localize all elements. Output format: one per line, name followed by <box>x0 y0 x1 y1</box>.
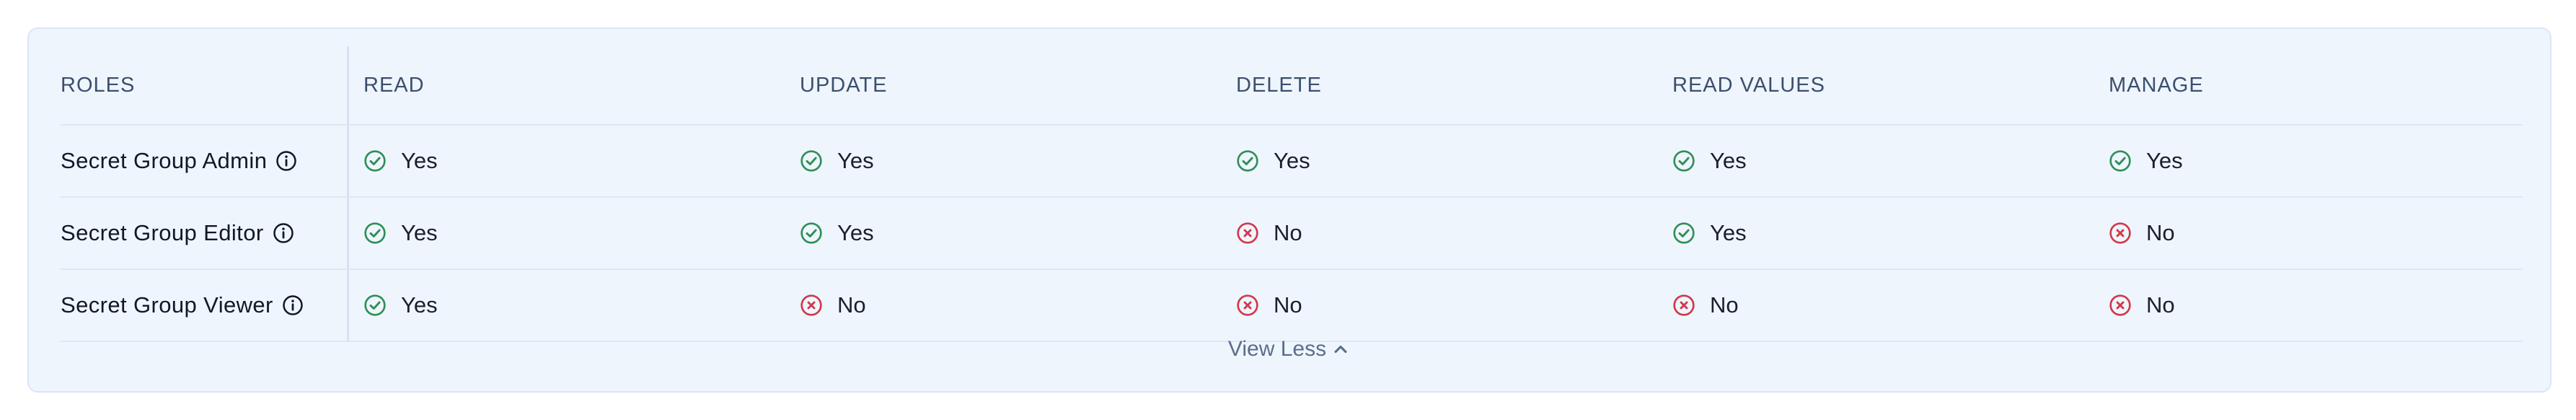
status-label: No <box>1274 220 1302 245</box>
status-yes: Yes <box>800 148 874 174</box>
x-circle-icon <box>1237 222 1258 244</box>
permission-cell-read: Yes <box>349 198 785 268</box>
status-no: No <box>2109 292 2175 318</box>
status-label: Yes <box>401 220 438 245</box>
status-yes: Yes <box>1672 220 1747 246</box>
status-yes: Yes <box>1672 148 1747 174</box>
table-header-row: ROLES READ UPDATE DELETE READ VALUES MAN… <box>61 46 2523 126</box>
header-label-roles: ROLES <box>61 73 136 97</box>
check-circle-icon <box>800 222 822 244</box>
permission-cell-read-values: Yes <box>1658 126 2094 196</box>
role-name: Secret Group Viewer <box>61 292 273 318</box>
header-cell-delete: DELETE <box>1222 46 1658 124</box>
status-label: Yes <box>1710 148 1747 173</box>
x-circle-icon <box>1237 294 1258 316</box>
check-circle-icon <box>364 222 386 244</box>
header-label-delete: DELETE <box>1236 73 1322 97</box>
status-label: No <box>2146 292 2175 318</box>
info-icon[interactable] <box>273 222 294 244</box>
status-no: No <box>1236 292 1302 318</box>
table-row: Secret Group Admin Yes Yes Yes Yes Yes <box>61 126 2523 198</box>
check-circle-icon <box>1237 150 1258 172</box>
table-footer: View Less <box>29 325 2550 374</box>
header-cell-read-values: READ VALUES <box>1658 46 2094 124</box>
check-circle-icon <box>364 294 386 316</box>
status-label: Yes <box>1710 220 1747 245</box>
status-label: Yes <box>837 220 874 245</box>
status-yes: Yes <box>363 148 438 174</box>
check-circle-icon <box>1673 150 1695 172</box>
check-circle-icon <box>2109 150 2131 172</box>
header-label-read-values: READ VALUES <box>1672 73 1825 97</box>
permissions-table: ROLES READ UPDATE DELETE READ VALUES MAN… <box>61 46 2523 342</box>
status-label: No <box>1710 292 1739 318</box>
header-label-update: UPDATE <box>800 73 888 97</box>
header-cell-roles: ROLES <box>61 46 349 124</box>
table-row: Secret Group Editor Yes Yes No Yes No <box>61 198 2523 270</box>
status-label: No <box>1274 292 1302 318</box>
permission-cell-delete: No <box>1222 198 1658 268</box>
status-no: No <box>1672 292 1739 318</box>
status-yes: Yes <box>800 220 874 246</box>
status-label: No <box>837 292 866 318</box>
status-label: Yes <box>1274 148 1310 173</box>
check-circle-icon <box>364 150 386 172</box>
x-circle-icon <box>800 294 822 316</box>
permission-cell-update: Yes <box>785 198 1222 268</box>
info-icon[interactable] <box>275 150 297 172</box>
role-name: Secret Group Editor <box>61 220 264 245</box>
permissions-card: ROLES READ UPDATE DELETE READ VALUES MAN… <box>27 27 2551 393</box>
header-cell-read: READ <box>349 46 785 124</box>
role-name: Secret Group Admin <box>61 148 268 173</box>
header-label-manage: MANAGE <box>2109 73 2204 97</box>
header-label-read: READ <box>363 73 425 97</box>
status-no: No <box>2109 220 2175 246</box>
x-circle-icon <box>2109 294 2131 316</box>
permission-cell-manage: No <box>2094 198 2531 268</box>
status-yes: Yes <box>2109 148 2183 174</box>
info-icon[interactable] <box>282 294 304 316</box>
x-circle-icon <box>2109 222 2131 244</box>
status-no: No <box>800 292 866 318</box>
chevron-up-icon <box>1334 345 1347 354</box>
status-yes: Yes <box>363 292 438 318</box>
status-label: Yes <box>2146 148 2183 173</box>
role-cell: Secret Group Editor <box>61 198 349 268</box>
permission-cell-update: Yes <box>785 126 1222 196</box>
status-label: No <box>2146 220 2175 245</box>
view-less-label: View Less <box>1227 337 1327 361</box>
status-yes: Yes <box>1236 148 1310 174</box>
view-less-button[interactable]: View Less <box>1228 337 1351 362</box>
permission-cell-read: Yes <box>349 126 785 196</box>
status-label: Yes <box>837 148 874 173</box>
status-label: Yes <box>401 292 438 318</box>
header-cell-manage: MANAGE <box>2094 46 2531 124</box>
check-circle-icon <box>1673 222 1695 244</box>
check-circle-icon <box>800 150 822 172</box>
header-cell-update: UPDATE <box>785 46 1222 124</box>
permission-cell-manage: Yes <box>2094 126 2531 196</box>
status-no: No <box>1236 220 1302 246</box>
x-circle-icon <box>1673 294 1695 316</box>
permission-cell-read-values: Yes <box>1658 198 2094 268</box>
role-cell: Secret Group Admin <box>61 126 349 196</box>
status-label: Yes <box>401 148 438 173</box>
status-yes: Yes <box>363 220 438 246</box>
permission-cell-delete: Yes <box>1222 126 1658 196</box>
